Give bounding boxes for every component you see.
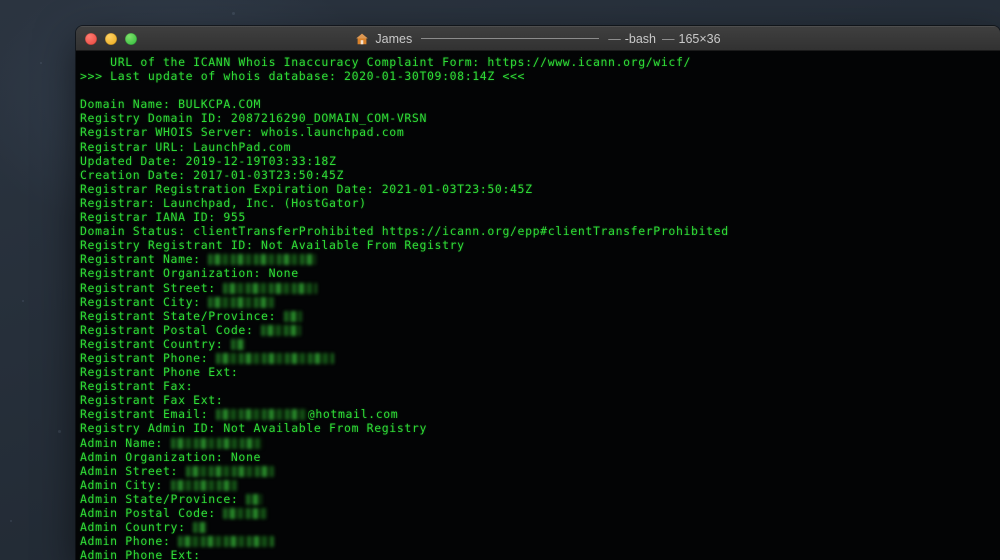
window-titlebar[interactable]: James — -bash — 165×36 (76, 26, 1000, 51)
terminal-line: Admin City: (80, 478, 1000, 492)
terminal-line: Registrant State/Province: (80, 309, 1000, 323)
redacted-value (215, 409, 308, 421)
terminal-line: Registrant Email: @hotmail.com (80, 407, 1000, 421)
terminal-line-label: Registrant Postal Code: (80, 322, 262, 337)
terminal-line: Registry Registrant ID: Not Available Fr… (80, 238, 465, 253)
home-icon (356, 33, 369, 44)
terminal-line-label: Admin Country: (80, 520, 194, 535)
redacted-value (170, 479, 237, 491)
terminal-line: Registry Admin ID: Not Available From Re… (80, 421, 428, 436)
redacted-value (170, 437, 263, 449)
terminal-line-label: Admin Name: (80, 435, 171, 450)
terminal-line: Registrant Fax Ext: (80, 393, 224, 408)
terminal-line-label: Registrant Phone: (80, 350, 216, 365)
terminal-line-label: Admin City: (80, 477, 171, 492)
terminal-line: Registrant Country: (80, 337, 1000, 351)
terminal-line: URL of the ICANN Whois Inaccuracy Compla… (80, 55, 692, 69)
window-title-user: James (375, 31, 413, 46)
terminal-line: Registrant Organization: None (80, 266, 299, 281)
terminal-line: Registrant Postal Code: (80, 323, 1000, 337)
redacted-value (223, 508, 268, 519)
redacted-value (178, 536, 275, 548)
terminal-line: Admin Postal Code: (80, 506, 1000, 520)
terminal-line-label: Admin Postal Code: (80, 506, 224, 520)
terminal-line: Domain Name: BULKCPA.COM (80, 97, 262, 112)
terminal-line-label: Admin Street: (80, 463, 186, 478)
window-title-shell: -bash (624, 31, 657, 46)
terminal-line-label: Registrant State/Province: (80, 308, 284, 323)
terminal-line: Registrar IANA ID: 955 (80, 210, 246, 225)
terminal-line: Registry Domain ID: 2087216290_DOMAIN_CO… (80, 111, 428, 126)
terminal-line: Registrant Phone: (80, 351, 1000, 365)
terminal-line: Admin Country: (80, 520, 1000, 534)
redacted-value (208, 254, 317, 266)
terminal-line: Admin Phone Ext: (80, 548, 201, 560)
title-separator-right: — (662, 31, 675, 46)
terminal-line: Registrar WHOIS Server: whois.launchpad.… (80, 125, 405, 140)
terminal-line: Registrar: Launchpad, Inc. (HostGator) (80, 195, 367, 210)
terminal-line: Registrant City: (80, 295, 1000, 309)
terminal-line: Registrar URL: LaunchPad.com (80, 139, 292, 154)
terminal-line: Creation Date: 2017-01-03T23:50:45Z (80, 167, 345, 182)
window-title: James — -bash — 165×36 (76, 27, 1000, 50)
terminal-line: Admin Street: (80, 464, 1000, 478)
terminal-output[interactable]: URL of the ICANN Whois Inaccuracy Compla… (76, 51, 1000, 560)
title-divider (421, 38, 600, 39)
terminal-line: Admin Organization: None (80, 449, 262, 464)
redacted-value (230, 338, 245, 350)
terminal-line: >>> Last update of whois database: 2020-… (80, 69, 526, 84)
terminal-line-label: Admin Phone: (80, 534, 179, 549)
terminal-line: Updated Date: 2019-12-19T03:33:18Z (80, 153, 337, 168)
redacted-value (215, 352, 334, 364)
minimize-button[interactable] (105, 32, 117, 45)
terminal-line: Admin Phone: (80, 534, 1000, 548)
terminal-line: Registrant Name: (80, 252, 1000, 266)
redacted-value (185, 465, 274, 477)
terminal-line-label: Registrant City: (80, 294, 209, 309)
redacted-value (245, 493, 262, 505)
terminal-line-label: Admin State/Province: (80, 491, 246, 506)
terminal-line-label: Registrant Email: (80, 407, 216, 422)
terminal-line: Registrant Fax: (80, 379, 194, 394)
redacted-value (283, 310, 302, 322)
window-title-size: 165×36 (678, 31, 721, 46)
terminal-window[interactable]: James — -bash — 165×36 URL of the ICANN … (76, 26, 1000, 560)
terminal-line: Registrar Registration Expiration Date: … (80, 181, 533, 196)
window-controls[interactable] (76, 32, 137, 45)
redacted-value (223, 282, 318, 294)
title-separator-left: — (608, 31, 621, 46)
terminal-line-label: Registrant Name: (80, 252, 209, 267)
zoom-button[interactable] (125, 32, 137, 45)
terminal-line-label: Registrant Street: (80, 280, 224, 295)
terminal-line: Registrant Phone Ext: (80, 365, 239, 380)
close-button[interactable] (85, 32, 97, 45)
redacted-value (261, 324, 302, 336)
terminal-line: Domain Status: clientTransferProhibited … (80, 224, 729, 239)
terminal-line: Registrant Street: (80, 281, 1000, 295)
terminal-line-suffix: @hotmail.com (307, 407, 399, 422)
redacted-value (208, 296, 275, 308)
terminal-line: Admin State/Province: (80, 492, 1000, 506)
redacted-value (193, 522, 208, 534)
terminal-line-label: Registrant Country: (80, 336, 231, 351)
terminal-line: Admin Name: (80, 436, 1000, 450)
